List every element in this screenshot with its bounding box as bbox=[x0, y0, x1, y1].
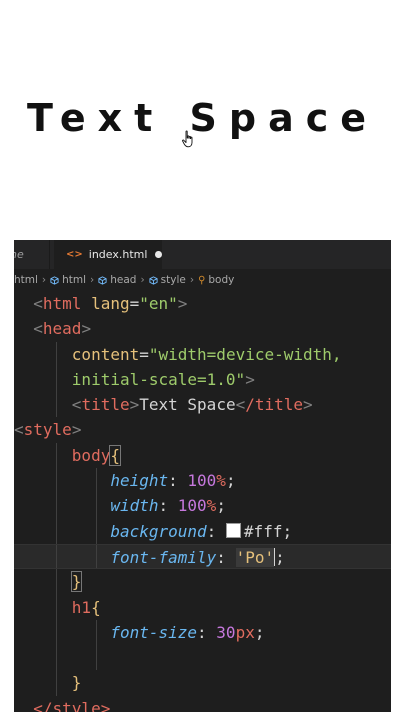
code-editor: ne <> index.html html › html › head › bbox=[14, 240, 391, 712]
code-line: h1{ bbox=[14, 594, 391, 620]
code-line: content="width=device-width, bbox=[14, 341, 391, 367]
breadcrumb-label: html bbox=[62, 274, 87, 286]
code-token: 100 bbox=[177, 496, 207, 516]
tag-icon: ⚲ bbox=[198, 274, 206, 286]
code-token: html bbox=[42, 294, 82, 313]
code-token: } bbox=[71, 673, 82, 693]
breadcrumb-item-html-file[interactable]: html bbox=[14, 274, 38, 286]
cube-icon bbox=[98, 275, 107, 285]
tab-previous-file[interactable]: ne bbox=[14, 240, 50, 269]
breadcrumb-item-body[interactable]: ⚲ body bbox=[198, 274, 234, 286]
chevron-right-icon: › bbox=[41, 274, 47, 286]
code-line: } bbox=[14, 670, 391, 696]
code-token: = bbox=[129, 294, 140, 313]
tab-label: ne bbox=[14, 248, 24, 261]
code-token: font-family bbox=[110, 547, 217, 567]
breadcrumb-item-head[interactable]: head bbox=[98, 274, 136, 286]
code-token: % bbox=[206, 496, 217, 516]
code-token: style bbox=[23, 420, 72, 440]
code-line: <style> bbox=[14, 420, 82, 440]
code-line: <title>Text Space</title> bbox=[14, 392, 391, 418]
code-token: "en" bbox=[139, 294, 178, 313]
code-token: % bbox=[216, 471, 226, 491]
cube-icon bbox=[50, 275, 59, 285]
hand-pointer-icon bbox=[182, 130, 193, 148]
code-line: initial-scale=1.0"> bbox=[14, 366, 391, 393]
code-token: { bbox=[109, 444, 121, 466]
code-token: initial-scale=1.0" bbox=[71, 369, 246, 389]
code-token: width bbox=[110, 496, 159, 516]
cube-icon bbox=[149, 275, 158, 285]
html-file-icon: <> bbox=[66, 249, 83, 260]
code-line: width: 100%; bbox=[14, 493, 391, 519]
tab-label: index.html bbox=[88, 248, 148, 261]
breadcrumb-label: style bbox=[160, 274, 186, 286]
chevron-right-icon: › bbox=[140, 274, 145, 286]
tab-index-html[interactable]: <> index.html bbox=[54, 240, 162, 269]
code-token: = bbox=[139, 344, 149, 364]
code-line: body{ bbox=[14, 442, 391, 469]
code-token: Text Space bbox=[139, 395, 236, 415]
code-line: </style> bbox=[14, 696, 391, 712]
code-area[interactable]: <html lang="en"> <head> content="width=d… bbox=[14, 291, 391, 712]
code-line bbox=[14, 645, 391, 671]
code-token: font-size bbox=[110, 622, 198, 642]
breadcrumb-label: body bbox=[208, 274, 235, 286]
code-line: <html lang="en"> bbox=[33, 294, 188, 313]
code-token: height bbox=[110, 471, 169, 491]
code-token: 'Po' bbox=[235, 547, 275, 567]
breadcrumb-label: html bbox=[14, 274, 38, 286]
code-token: content bbox=[71, 344, 140, 364]
screen: Text Space ne <> index.html html › html … bbox=[0, 0, 405, 720]
code-token: lang bbox=[91, 294, 130, 313]
chevron-right-icon: › bbox=[189, 274, 195, 286]
code-token: #fff bbox=[243, 521, 283, 541]
preview-heading: Text Space bbox=[26, 96, 379, 140]
breadcrumb: html › html › head › style › ⚲ body bbox=[14, 269, 391, 291]
code-token: { bbox=[91, 597, 101, 617]
code-line-current: font-family: 'Po'; bbox=[14, 543, 391, 570]
code-token: px bbox=[235, 622, 255, 642]
code-line: <head> bbox=[33, 319, 92, 339]
breadcrumb-label: head bbox=[110, 274, 137, 286]
code-token: 100 bbox=[187, 471, 217, 491]
breadcrumb-item-html[interactable]: html bbox=[50, 274, 86, 286]
code-token: h1 bbox=[71, 597, 92, 617]
code-token: </style> bbox=[33, 698, 111, 712]
editor-tab-bar: ne <> index.html bbox=[14, 240, 391, 269]
code-line: background: #fff; bbox=[14, 518, 391, 544]
code-token: 30 bbox=[216, 622, 236, 642]
code-line: height: 100%; bbox=[14, 468, 391, 494]
code-token: "width=device-width, bbox=[148, 344, 342, 364]
code-line: } bbox=[14, 569, 391, 595]
color-swatch-icon[interactable] bbox=[225, 522, 241, 538]
chevron-right-icon: › bbox=[90, 274, 95, 286]
code-token: title bbox=[81, 395, 130, 415]
code-token: head bbox=[42, 319, 82, 339]
code-token: /title bbox=[245, 395, 304, 415]
code-token: background bbox=[110, 521, 207, 541]
code-token: } bbox=[70, 571, 83, 593]
code-line: font-size: 30px; bbox=[14, 619, 391, 646]
code-token: body bbox=[71, 445, 111, 465]
unsaved-dot-icon[interactable] bbox=[155, 251, 162, 258]
breadcrumb-item-style[interactable]: style bbox=[149, 274, 186, 286]
